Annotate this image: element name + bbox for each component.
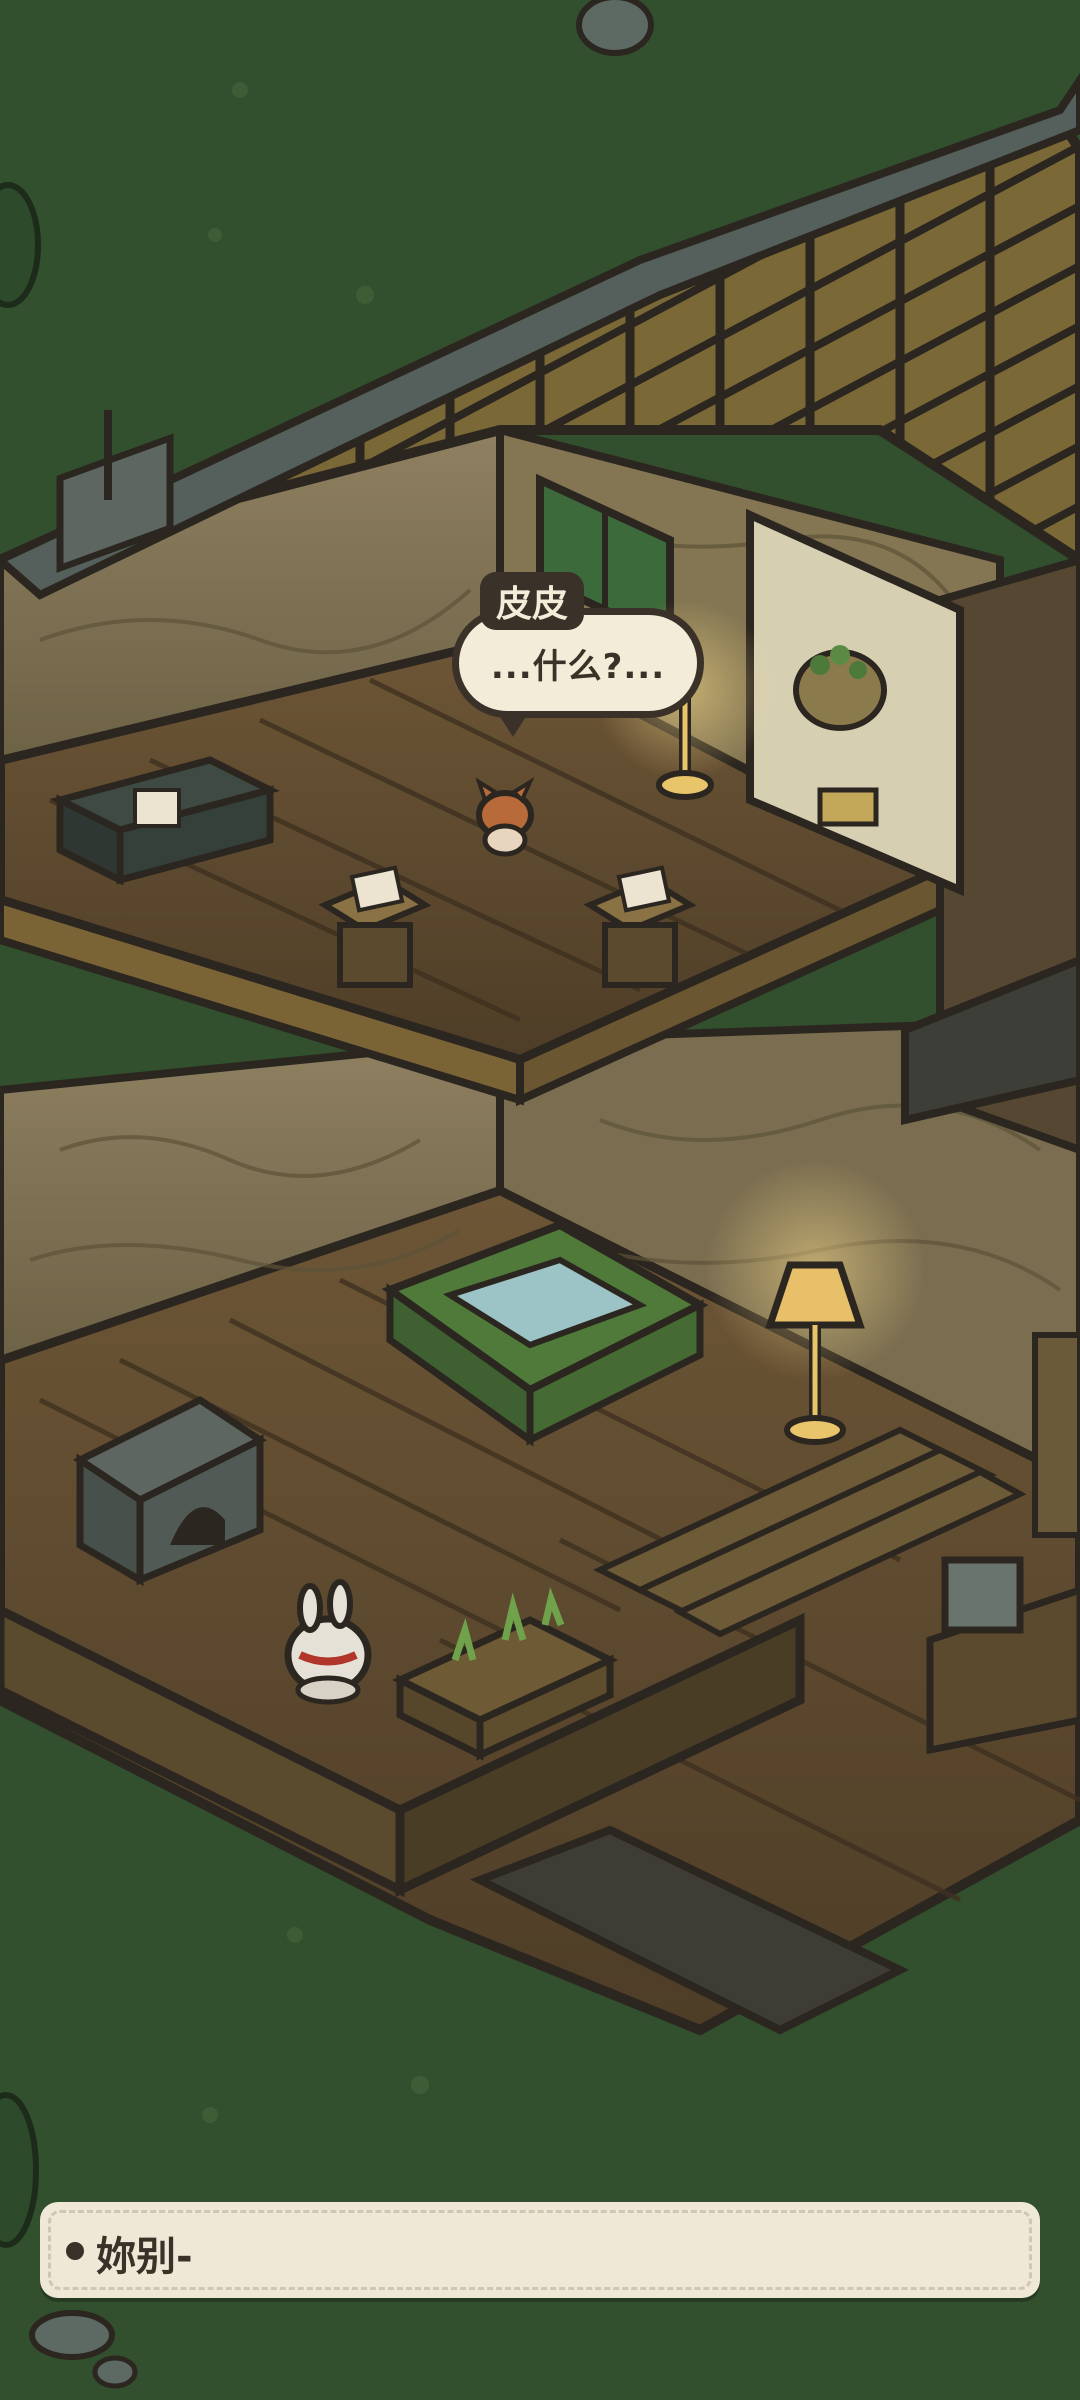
speech-text: ...什么?... [490, 646, 666, 687]
rock-top [576, 0, 654, 56]
dialogue-box[interactable]: 妳别- [40, 2202, 1040, 2298]
bush-left-bottom [0, 2092, 39, 2248]
fox-character [475, 776, 535, 857]
rocks-bottom [29, 2310, 138, 2389]
dialogue-bullet-icon [66, 2242, 84, 2260]
game-stage[interactable]: ...什么?... 皮皮 妳别- [0, 0, 1080, 2400]
bush-left-top [0, 182, 41, 308]
dialogue-text: 妳别- [96, 2234, 193, 2280]
speaker-name-tag: 皮皮 [480, 572, 585, 630]
game-scene [0, 0, 1080, 2389]
dialogue-box-border [48, 2210, 1032, 2290]
